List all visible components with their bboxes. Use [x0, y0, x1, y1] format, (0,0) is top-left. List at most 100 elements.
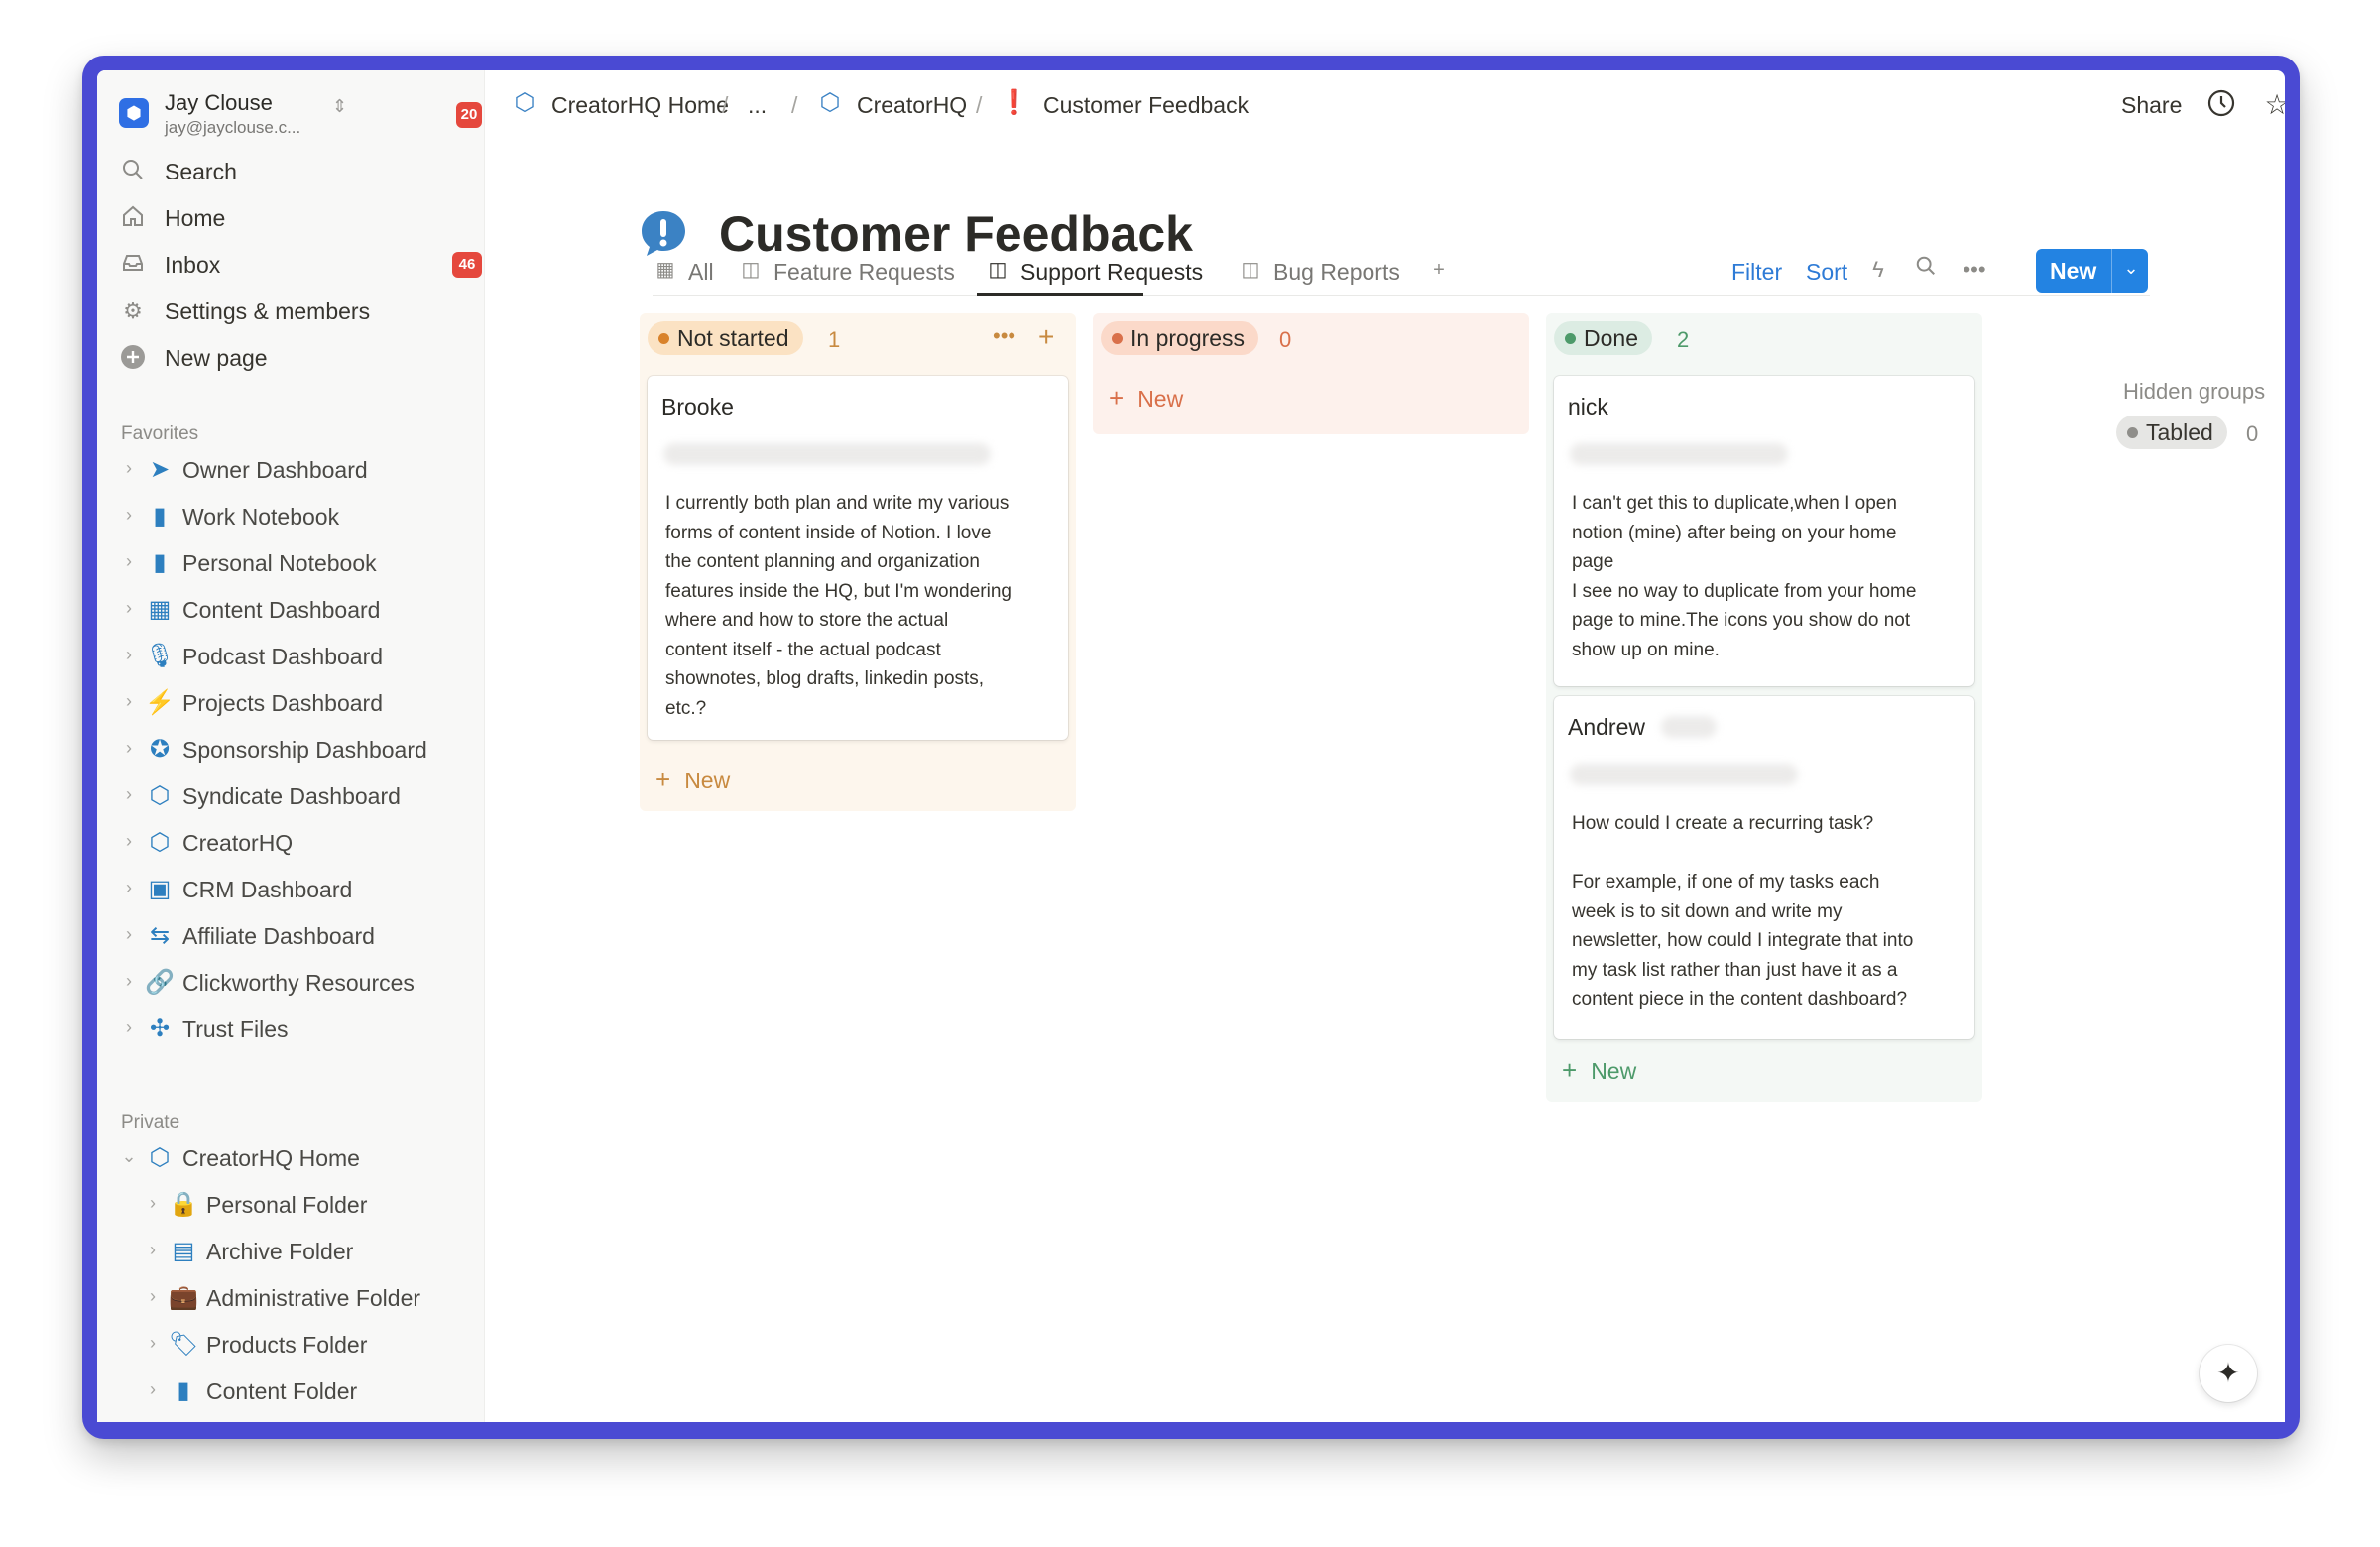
add-new-button[interactable]: + New	[655, 765, 730, 795]
favorite-label: Work Notebook	[182, 504, 340, 530]
private-root-label: CreatorHQ Home	[182, 1145, 360, 1171]
filter-button[interactable]: Filter	[1731, 259, 1782, 286]
private-item-label: Personal Folder	[206, 1192, 368, 1218]
private-item[interactable]: › ▤ Archive Folder	[119, 1232, 466, 1271]
chevron-right-icon[interactable]: ›	[119, 505, 139, 526]
share-button[interactable]: Share	[2121, 92, 2182, 119]
sidebar-item-settings[interactable]: ⚙ Settings & members	[119, 292, 466, 331]
redacted-field	[1570, 764, 1798, 785]
card-body: How could I create a recurring task? For…	[1572, 813, 1914, 1010]
add-new-button[interactable]: + New	[1109, 383, 1183, 414]
more-icon[interactable]: •••	[993, 323, 1015, 349]
breadcrumb-item[interactable]: CreatorHQ	[857, 92, 967, 119]
chevron-right-icon[interactable]: ›	[119, 738, 139, 759]
search-icon[interactable]	[1911, 255, 1941, 285]
favorite-item[interactable]: › ✣ Trust Files	[119, 1010, 466, 1049]
sidebar-item-label: Search	[165, 159, 237, 184]
window-frame: ⬢ Jay Clouse jay@jayclouse.c... ⇕ 20 Sea…	[82, 56, 2300, 1439]
add-new-label: New	[1591, 1058, 1637, 1084]
chevron-right-icon[interactable]: ›	[119, 1017, 139, 1038]
favorite-label: Clickworthy Resources	[182, 970, 415, 996]
chevron-right-icon[interactable]: ›	[143, 1240, 163, 1260]
sidebar-item-inbox[interactable]: Inbox 46	[119, 245, 482, 285]
chevron-right-icon[interactable]: ›	[119, 924, 139, 945]
search-icon	[119, 158, 147, 185]
status-pill[interactable]: Done	[1554, 321, 1652, 355]
sidebar-item-label: Settings & members	[165, 298, 371, 324]
favorite-item[interactable]: › ▣ CRM Dashboard	[119, 870, 466, 909]
favorite-item[interactable]: › ▮ Work Notebook	[119, 497, 466, 536]
status-pill[interactable]: Not started	[648, 321, 803, 355]
redacted-field	[663, 443, 991, 465]
chevron-right-icon[interactable]: ›	[143, 1379, 163, 1400]
hidden-group-tabled[interactable]: Tabled	[2116, 416, 2227, 449]
workspace-badge: 20	[456, 102, 482, 128]
sidebar-item-new-page[interactable]: New page	[119, 338, 466, 378]
card-name: Andrew	[1568, 714, 1645, 740]
favorite-item[interactable]: › 🔗 Clickworthy Resources	[119, 963, 466, 1003]
favorite-item[interactable]: › ▦ Content Dashboard	[119, 590, 466, 630]
favorite-label: Personal Notebook	[182, 550, 377, 576]
workspace-switcher[interactable]: ⬢ Jay Clouse jay@jayclouse.c... ⇕ 20	[119, 84, 482, 140]
more-icon[interactable]: •••	[1960, 255, 1989, 285]
chevron-right-icon[interactable]: ›	[119, 458, 139, 479]
chevron-down-icon[interactable]: ⌄	[119, 1146, 139, 1167]
chevron-right-icon[interactable]: ›	[119, 878, 139, 898]
favorite-item[interactable]: › ⬡ CreatorHQ	[119, 823, 466, 863]
favorite-item[interactable]: › ⬡ Syndicate Dashboard	[119, 776, 466, 816]
breadcrumb-item[interactable]: CreatorHQ Home	[551, 92, 729, 119]
feedback-card[interactable]: Andrew How could I create a recurring ta…	[1554, 696, 1974, 1039]
clock-history-icon[interactable]	[2204, 88, 2238, 122]
private-item[interactable]: › 💼 Administrative Folder	[119, 1278, 466, 1318]
card-name: Brooke	[661, 394, 734, 419]
private-item[interactable]: › 🏷 Products Folder	[119, 1325, 466, 1365]
chevron-right-icon[interactable]: ›	[143, 1286, 163, 1307]
automation-lightning-icon[interactable]: ϟ	[1863, 255, 1893, 285]
inbox-badge: 46	[452, 252, 482, 278]
chevron-right-icon[interactable]: ›	[119, 971, 139, 992]
breadcrumb-current[interactable]: Customer Feedback	[1043, 92, 1249, 119]
chevron-right-icon[interactable]: ›	[143, 1333, 163, 1354]
notebook-icon: ▮	[153, 549, 167, 576]
feedback-card[interactable]: Brooke I currently both plan and write m…	[648, 376, 1068, 740]
new-button[interactable]: New ⌄	[2036, 249, 2148, 293]
chevron-right-icon[interactable]: ›	[119, 831, 139, 852]
private-root-item[interactable]: ⌄ ⬡ CreatorHQ Home	[119, 1138, 466, 1178]
private-item-label: Products Folder	[206, 1332, 368, 1358]
favorite-item[interactable]: › 🎙 Podcast Dashboard	[119, 637, 466, 676]
favorite-item[interactable]: › ⚡ Projects Dashboard	[119, 683, 466, 723]
archive-icon: ▤	[172, 1238, 195, 1264]
creatorhq-logo-icon: ⬡	[149, 829, 171, 856]
private-item[interactable]: › 🔒 Personal Folder	[119, 1185, 466, 1225]
favorite-item[interactable]: › ➤ Owner Dashboard	[119, 450, 466, 490]
switch-chevron-icon[interactable]: ⇕	[332, 96, 347, 117]
sidebar-item-search[interactable]: Search	[119, 152, 466, 191]
breadcrumb-ellipsis[interactable]: ...	[748, 92, 767, 119]
money-transfer-icon: ⇆	[149, 922, 171, 949]
plus-icon[interactable]: +	[1038, 321, 1054, 353]
private-item[interactable]: › ▮ Content Folder	[119, 1371, 466, 1411]
add-new-button[interactable]: + New	[1562, 1055, 1636, 1086]
chevron-down-icon[interactable]: ⌄	[2119, 258, 2143, 279]
chevron-right-icon[interactable]: ›	[119, 598, 139, 619]
status-label: Tabled	[2146, 419, 2213, 445]
new-button-label: New	[2050, 258, 2097, 284]
chevron-right-icon[interactable]: ›	[143, 1193, 163, 1214]
status-pill[interactable]: In progress	[1101, 321, 1259, 355]
star-icon[interactable]: ☆	[2260, 88, 2285, 122]
chevron-right-icon[interactable]: ›	[119, 551, 139, 572]
favorite-item[interactable]: › ⇆ Affiliate Dashboard	[119, 916, 466, 956]
notebook-icon: ▮	[153, 503, 167, 530]
sort-button[interactable]: Sort	[1806, 259, 1847, 286]
favorite-label: Affiliate Dashboard	[182, 923, 375, 949]
chevron-right-icon[interactable]: ›	[119, 784, 139, 805]
chevron-right-icon[interactable]: ›	[119, 691, 139, 712]
ai-sparkle-icon[interactable]: ✦	[2200, 1345, 2257, 1402]
favorite-item[interactable]: › ✪ Sponsorship Dashboard	[119, 730, 466, 770]
feedback-card[interactable]: nick I can't get this to duplicate,when …	[1554, 376, 1974, 686]
favorite-item[interactable]: › ▮ Personal Notebook	[119, 543, 466, 583]
chevron-right-icon[interactable]: ›	[119, 645, 139, 665]
link-icon: 🔗	[145, 969, 175, 996]
creatorhq-logo-icon: ⬡	[514, 89, 536, 116]
sidebar-item-home[interactable]: Home	[119, 198, 466, 238]
